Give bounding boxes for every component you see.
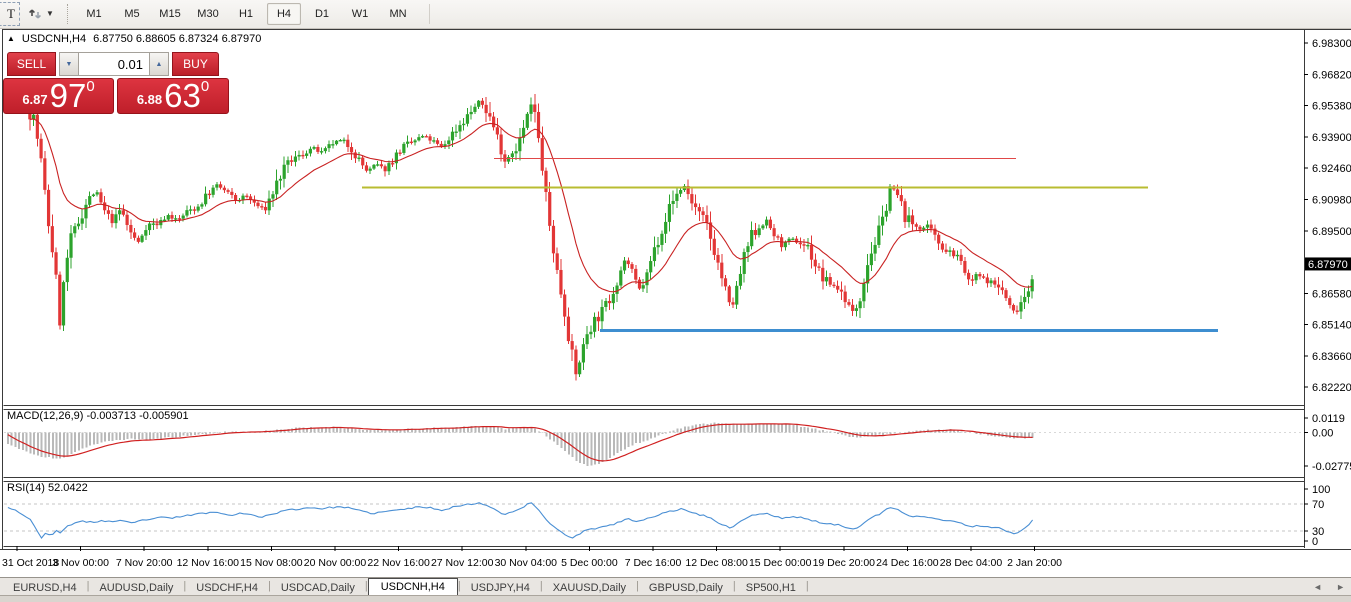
date-label: 27 Nov 12:00 bbox=[431, 557, 494, 569]
timeframe-button-m30[interactable]: M30 bbox=[191, 3, 225, 25]
rsi-panel[interactable]: 10070300 bbox=[0, 478, 1351, 548]
buy-price-prefix: 6.88 bbox=[137, 92, 162, 107]
sell-button[interactable]: SELL bbox=[7, 52, 56, 76]
symbol-tab-usdcnh[interactable]: USDCNH,H4 bbox=[368, 578, 458, 595]
sell-price-point: 0 bbox=[86, 80, 94, 94]
date-label: 3 Nov 00:00 bbox=[52, 557, 109, 569]
date-label: 22 Nov 16:00 bbox=[367, 557, 430, 569]
date-label: 15 Nov 08:00 bbox=[240, 557, 303, 569]
current-price-label: 6.87970 bbox=[1308, 259, 1348, 271]
candles-layer bbox=[28, 94, 1034, 380]
collapse-arrow-icon[interactable]: ▲ bbox=[7, 35, 15, 43]
rsi-axis-label: 70 bbox=[1312, 499, 1324, 511]
one-click-trade-widget: SELL ▼ ▲ BUY 6.87 97 0 6.88 63 0 bbox=[3, 52, 231, 114]
date-label: 28 Dec 04:00 bbox=[940, 557, 1003, 569]
symbol-tab-eurusd[interactable]: EURUSD,H4 bbox=[3, 580, 87, 595]
date-label: 12 Nov 16:00 bbox=[177, 557, 240, 569]
price-axis-label: 6.82220 bbox=[1312, 382, 1351, 394]
mt4-terminal: T ▼ M1M5M15M30H1H4D1W1MN 6.98300 6.96820 6… bbox=[0, 0, 1351, 602]
symbol-tab-usdcad[interactable]: USDCAD,Daily bbox=[271, 580, 365, 595]
sell-price-pips: 97 bbox=[50, 81, 87, 111]
spinner-up-icon: ▲ bbox=[156, 61, 163, 68]
symbol-tab-sp500[interactable]: SP500,H1 bbox=[736, 580, 806, 595]
arrange-arrows-icon bbox=[28, 7, 43, 22]
price-axis-label: 6.89500 bbox=[1312, 226, 1351, 238]
price-axis-label: 6.92460 bbox=[1312, 163, 1351, 175]
status-strip bbox=[0, 595, 1351, 602]
symbol-tab-audusd[interactable]: AUDUSD,Daily bbox=[89, 580, 183, 595]
date-label: 31 Oct 2018 bbox=[2, 557, 59, 569]
buy-price-point: 0 bbox=[201, 80, 209, 94]
symbol-tab-usdchf[interactable]: USDCHF,H4 bbox=[186, 580, 268, 595]
date-label: 20 Nov 00:00 bbox=[304, 557, 367, 569]
date-label: 12 Dec 08:00 bbox=[685, 557, 748, 569]
price-axis-label: 6.90980 bbox=[1312, 195, 1351, 207]
macd-panel[interactable]: 0.0119 0.00 -0.027754 bbox=[0, 406, 1351, 480]
buy-price-panel[interactable]: 6.88 63 0 bbox=[117, 78, 229, 114]
date-label: 30 Nov 04:00 bbox=[495, 557, 558, 569]
date-label: 7 Nov 20:00 bbox=[116, 557, 173, 569]
price-axis-label: 6.98300 bbox=[1312, 38, 1351, 50]
timeframe-button-h1[interactable]: H1 bbox=[229, 3, 263, 25]
price-axis-label: 6.95380 bbox=[1312, 100, 1351, 112]
text-tool-button[interactable]: T bbox=[0, 2, 20, 26]
chart-header: ▲ USDCNH,H4 6.87750 6.88605 6.87324 6.87… bbox=[7, 33, 261, 45]
top-toolbar: T ▼ M1M5M15M30H1H4D1W1MN bbox=[0, 0, 1351, 29]
rsi-line bbox=[8, 503, 1033, 538]
volume-increase-button[interactable]: ▲ bbox=[149, 52, 169, 76]
price-axis-label: 6.83660 bbox=[1312, 351, 1351, 363]
price-axis-label: 6.96820 bbox=[1312, 70, 1351, 82]
date-label: 19 Dec 20:00 bbox=[813, 557, 876, 569]
symbol-title: USDCNH,H4 bbox=[22, 33, 86, 45]
arrange-windows-button[interactable]: ▼ bbox=[24, 3, 58, 25]
price-axis-label: 6.93900 bbox=[1312, 132, 1351, 144]
volume-input[interactable] bbox=[79, 52, 149, 76]
text-tool-icon: T bbox=[7, 6, 15, 22]
tab-scroll-left-icon[interactable]: ◄ bbox=[1313, 581, 1322, 593]
macd-axis-label: -0.027754 bbox=[1312, 461, 1351, 473]
rsi-axis-label: 100 bbox=[1312, 484, 1330, 496]
date-axis[interactable]: 31 Oct 20183 Nov 00:00 7 Nov 20:00 12 Nov … bbox=[0, 546, 1351, 577]
toolbar-separator bbox=[67, 4, 68, 24]
sell-price-panel[interactable]: 6.87 97 0 bbox=[3, 78, 114, 114]
timeframe-button-m5[interactable]: M5 bbox=[115, 3, 149, 25]
rsi-label: RSI(14) 52.0422 bbox=[7, 482, 88, 494]
tab-separator: | bbox=[806, 580, 809, 593]
date-label: 15 Dec 00:00 bbox=[749, 557, 812, 569]
timeframe-button-m1[interactable]: M1 bbox=[77, 3, 111, 25]
symbol-ohlc-values: 6.87750 6.88605 6.87324 6.87970 bbox=[93, 33, 261, 45]
tab-scroll-right-icon[interactable]: ► bbox=[1336, 581, 1345, 593]
timeframe-button-d1[interactable]: D1 bbox=[305, 3, 339, 25]
buy-button[interactable]: BUY bbox=[172, 52, 219, 76]
toolbar-section-separator bbox=[429, 4, 430, 24]
buy-price-pips: 63 bbox=[164, 81, 201, 111]
symbol-tab-gbpusd[interactable]: GBPUSD,Daily bbox=[639, 580, 733, 595]
moving-average-line bbox=[30, 119, 1032, 292]
date-label: 24 Dec 16:00 bbox=[876, 557, 939, 569]
price-axis-label: 6.85140 bbox=[1312, 319, 1351, 331]
date-label: 7 Dec 16:00 bbox=[625, 557, 682, 569]
date-label: 5 Dec 00:00 bbox=[561, 557, 618, 569]
macd-histogram bbox=[8, 423, 1033, 466]
symbol-tab-bar: EURUSD,H4|AUDUSD,Daily|USDCHF,H4|USDCAD,… bbox=[0, 577, 1351, 595]
symbol-tab-usdjpy[interactable]: USDJPY,H4 bbox=[461, 580, 540, 595]
timeframe-button-group: M1M5M15M30H1H4D1W1MN bbox=[75, 3, 417, 25]
sell-price-prefix: 6.87 bbox=[22, 92, 47, 107]
macd-label: MACD(12,26,9) -0.003713 -0.005901 bbox=[7, 410, 189, 422]
price-axis-label: 6.86580 bbox=[1312, 289, 1351, 301]
volume-decrease-button[interactable]: ▼ bbox=[59, 52, 79, 76]
symbol-tab-xauusd[interactable]: XAUUSD,Daily bbox=[543, 580, 636, 595]
dropdown-caret-icon: ▼ bbox=[46, 10, 54, 18]
date-label: 2 Jan 20:00 bbox=[1007, 557, 1062, 569]
timeframe-button-w1[interactable]: W1 bbox=[343, 3, 377, 25]
macd-axis-label: 0.0119 bbox=[1312, 413, 1345, 425]
spinner-down-icon: ▼ bbox=[66, 61, 73, 68]
timeframe-button-h4[interactable]: H4 bbox=[267, 3, 301, 25]
timeframe-button-m15[interactable]: M15 bbox=[153, 3, 187, 25]
timeframe-button-mn[interactable]: MN bbox=[381, 3, 415, 25]
macd-axis-label: 0.00 bbox=[1312, 427, 1333, 439]
